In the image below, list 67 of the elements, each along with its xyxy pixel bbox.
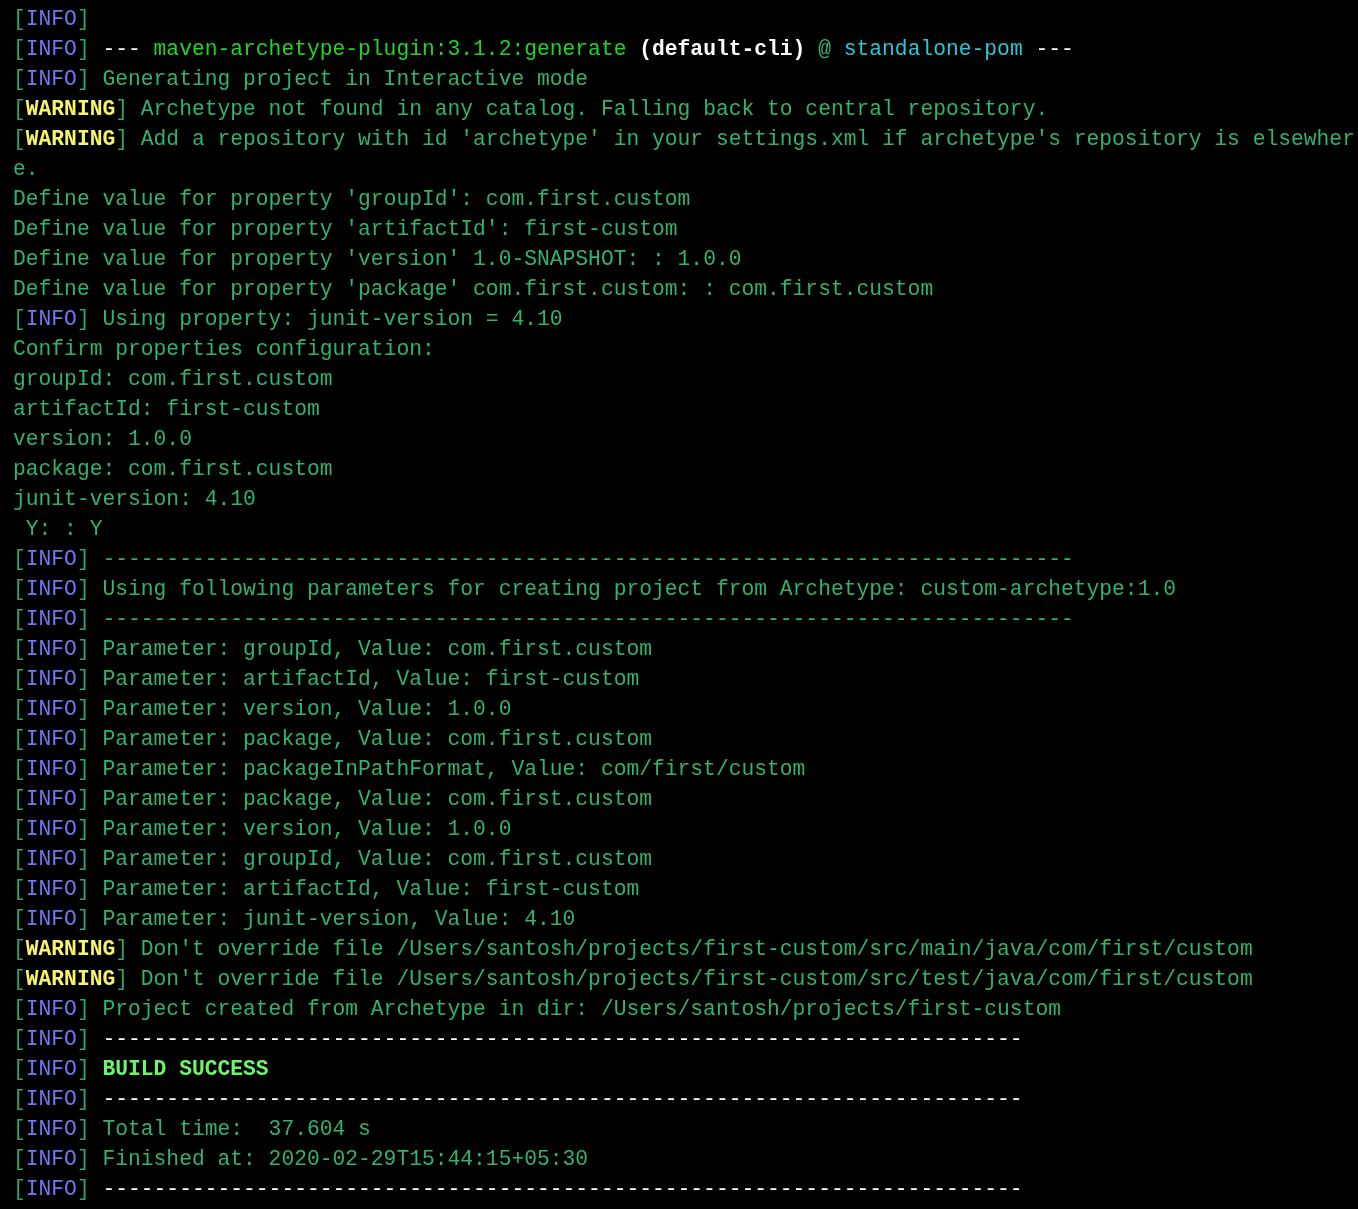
log-message: Define value for property 'version' 1.0-SNAPSHOT: : 1.0.0 <box>13 246 742 273</box>
log-message: Parameter: version, Value: 1.0.0 <box>102 696 512 723</box>
log-message: ------------------------------------------------------------------------ <box>102 1176 1023 1203</box>
log-message: Parameter: package, Value: com.first.custom <box>102 726 652 753</box>
log-message: version: 1.0.0 <box>13 426 192 453</box>
log-level-tag: [WARNING] <box>13 94 129 124</box>
log-message: --- maven-archetype-plugin:3.1.2:generate (default-cli) @ standalone-pom --- <box>102 36 1074 63</box>
log-message: Add a repository with id 'archetype' in your settings.xml if archetype's repository is elsewher <box>140 126 1355 153</box>
log-level-tag: [INFO] <box>13 904 90 934</box>
log-level-tag: [WARNING] <box>13 934 129 964</box>
log-level-tag: [INFO] <box>13 64 90 94</box>
log-message: Parameter: package, Value: com.first.custom <box>102 786 652 813</box>
log-message: Parameter: groupId, Value: com.first.custom <box>102 846 652 873</box>
log-message: Parameter: artifactId, Value: first-custom <box>102 666 640 693</box>
log-message: junit-version: 4.10 <box>13 486 256 513</box>
log-level-tag: [INFO] <box>13 844 90 874</box>
log-level-tag: [INFO] <box>13 34 90 64</box>
log-level-tag: [INFO] <box>13 724 90 754</box>
log-message: package: com.first.custom <box>13 456 333 483</box>
log-message: Parameter: version, Value: 1.0.0 <box>102 816 512 843</box>
log-message: ------------------------------------------------------------------------ <box>102 1086 1023 1113</box>
log-message: artifactId: first-custom <box>13 396 320 423</box>
log-message: Finished at: 2020-02-29T15:44:15+05:30 <box>102 1146 589 1173</box>
log-level-tag: [INFO] <box>13 304 90 334</box>
log-message: ---------------------------------------------------------------------------- <box>102 546 1074 573</box>
log-level-tag: [INFO] <box>13 4 90 34</box>
log-message: Using following parameters for creating project from Archetype: custom-archetype:1.0 <box>102 576 1176 603</box>
log-level-tag: [INFO] <box>13 694 90 724</box>
log-message: Define value for property 'groupId': com.first.custom <box>13 186 691 213</box>
log-message: Archetype not found in any catalog. Falling back to central repository. <box>140 96 1049 123</box>
log-level-tag: [WARNING] <box>13 124 129 154</box>
log-message: Generating project in Interactive mode <box>102 66 589 93</box>
log-level-tag: [INFO] <box>13 994 90 1024</box>
log-message: Parameter: groupId, Value: com.first.custom <box>102 636 652 663</box>
log-message: Y: : Y <box>24 516 103 543</box>
log-level-tag: [INFO] <box>13 544 90 574</box>
log-message: Total time: 37.604 s <box>102 1116 371 1143</box>
log-level-tag: [INFO] <box>13 754 90 784</box>
log-message: Define value for property 'package' com.first.custom: : com.first.custom <box>13 276 934 303</box>
log-message: Parameter: junit-version, Value: 4.10 <box>102 906 576 933</box>
log-message: e. <box>13 156 39 183</box>
log-message: Confirm properties configuration: <box>13 336 435 363</box>
log-message: Using property: junit-version = 4.10 <box>102 306 563 333</box>
log-level-tag: [INFO] <box>13 814 90 844</box>
log-level-tag: [INFO] <box>13 1174 90 1204</box>
log-level-tag: [INFO] <box>13 1054 90 1084</box>
log-message: Project created from Archetype in dir: /Users/santosh/projects/first-custom <box>102 996 1061 1023</box>
log-level-tag: [INFO] <box>13 574 90 604</box>
log-level-tag: [INFO] <box>13 1084 90 1114</box>
log-message: Don't override file /Users/santosh/projects/first-custom/src/test/java/com/first/custom <box>140 966 1253 993</box>
log-message: ---------------------------------------------------------------------------- <box>102 606 1074 633</box>
log-level-tag: [INFO] <box>13 634 90 664</box>
log-message: groupId: com.first.custom <box>13 366 333 393</box>
log-message: BUILD SUCCESS <box>102 1056 269 1083</box>
log-level-tag: [INFO] <box>13 1024 90 1054</box>
log-message: Parameter: artifactId, Value: first-custom <box>102 876 640 903</box>
log-level-tag: [INFO] <box>13 664 90 694</box>
log-level-tag: [INFO] <box>13 874 90 904</box>
log-message: Define value for property 'artifactId': first-custom <box>13 216 678 243</box>
log-level-tag: [INFO] <box>13 604 90 634</box>
log-level-tag: [INFO] <box>13 1144 90 1174</box>
log-level-tag: [WARNING] <box>13 964 129 994</box>
log-message: Parameter: packageInPathFormat, Value: com/first/custom <box>102 756 806 783</box>
log-message: ------------------------------------------------------------------------ <box>102 1026 1023 1053</box>
log-level-tag: [INFO] <box>13 784 90 814</box>
log-message: Don't override file /Users/santosh/projects/first-custom/src/main/java/com/first/custom <box>140 936 1253 963</box>
log-level-tag: [INFO] <box>13 1114 90 1144</box>
